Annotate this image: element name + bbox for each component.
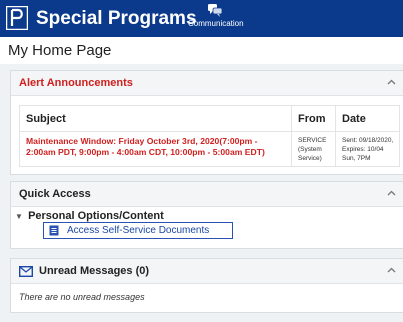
table-row[interactable]: Maintenance Window: Friday October 3rd, … <box>19 131 400 167</box>
quick-access-title: Quick Access <box>19 188 91 200</box>
alert-announcements-panel: Alert Announcements Subject From Date Ma… <box>10 70 403 175</box>
column-header-from: From <box>291 105 336 132</box>
personal-options-label: Personal Options/Content <box>28 210 164 222</box>
unread-messages-title: Unread Messages (0) <box>39 265 150 277</box>
no-messages-text: There are no unread messages <box>19 292 145 302</box>
unread-messages-panel: Unread Messages (0) There are no unread … <box>10 258 403 313</box>
alert-subject-cell[interactable]: Maintenance Window: Friday October 3rd, … <box>19 131 292 167</box>
column-header-subject: Subject <box>19 105 292 132</box>
app-title: Special Programs <box>36 8 197 29</box>
alert-date-cell: Sent: 09/18/2020, Expires: 10/04 Sun, 7P… <box>335 131 400 167</box>
alert-date-sent: Sent: 09/18/2020, <box>342 137 394 144</box>
alert-panel-header[interactable]: Alert Announcements <box>11 71 403 96</box>
unread-messages-header[interactable]: Unread Messages (0) <box>11 259 403 284</box>
personal-options-group[interactable]: ▼ Personal Options/Content <box>15 210 164 222</box>
quick-access-header[interactable]: Quick Access <box>11 182 403 207</box>
alert-panel-title: Alert Announcements <box>19 77 133 89</box>
nav-communication[interactable]: Communication <box>188 3 244 28</box>
quick-access-panel: Quick Access ▼ Personal Options/Content … <box>10 181 403 249</box>
chevron-up-icon[interactable] <box>387 190 396 196</box>
chevron-up-icon[interactable] <box>387 267 396 273</box>
alert-from-cell: SERVICE (System Service) <box>291 131 336 167</box>
document-icon <box>49 225 59 236</box>
alerts-table: Subject From Date Maintenance Window: Fr… <box>19 105 400 167</box>
chevron-up-icon[interactable] <box>387 79 396 85</box>
alert-from: SERVICE (System Service) <box>298 137 327 162</box>
alert-date-expires: Expires: 10/04 Sun, 7PM <box>342 146 384 162</box>
caret-down-icon[interactable]: ▼ <box>15 212 25 221</box>
alert-subject-link[interactable]: Maintenance Window: Friday October 3rd, … <box>26 136 287 158</box>
access-self-service-documents-label: Access Self-Service Documents <box>67 225 210 236</box>
app-logo-icon[interactable] <box>6 6 28 30</box>
mail-icon <box>19 266 33 277</box>
top-bar: Special Programs Communication <box>0 0 403 37</box>
access-self-service-documents-link[interactable]: Access Self-Service Documents <box>43 222 233 239</box>
page-title: My Home Page <box>8 42 112 59</box>
nav-communication-label: Communication <box>188 19 244 28</box>
chat-bubbles-icon <box>208 4 223 17</box>
column-header-date: Date <box>335 105 400 132</box>
alerts-table-header: Subject From Date <box>19 105 400 132</box>
dashboard-area: Alert Announcements Subject From Date Ma… <box>0 64 403 322</box>
